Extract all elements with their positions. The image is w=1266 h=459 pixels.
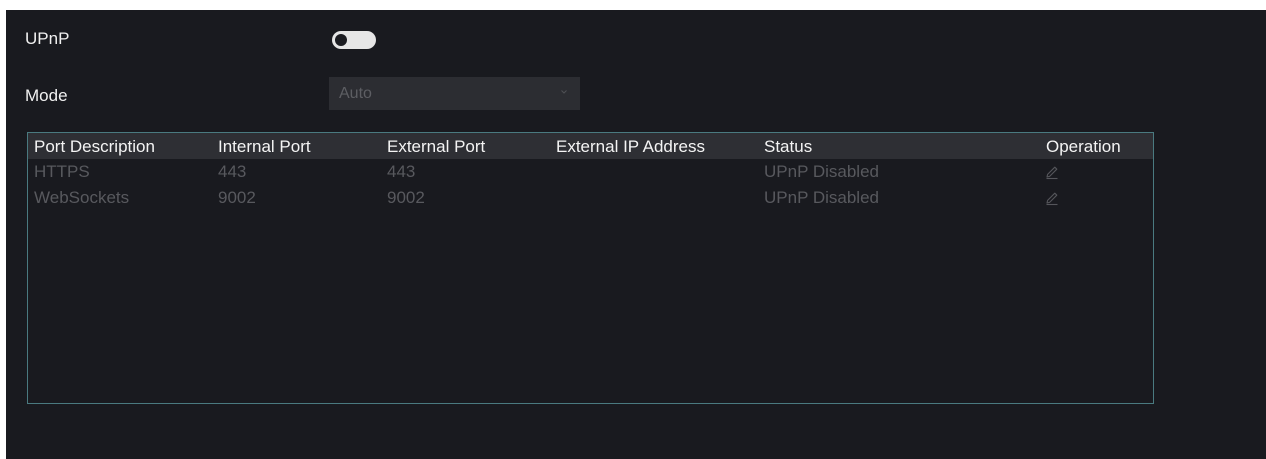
edit-icon[interactable] [1044, 190, 1060, 206]
column-header-status: Status [764, 137, 813, 156]
upnp-settings-panel: UPnP Mode Auto Port Description Internal… [6, 10, 1266, 459]
cell-status: UPnP Disabled [764, 162, 879, 181]
table-header: Port Description Internal Port External … [28, 133, 1153, 159]
upnp-label: UPnP [25, 29, 70, 48]
mode-select-value: Auto [339, 85, 372, 102]
cell-external-port: 9002 [387, 188, 425, 207]
cell-internal-port: 443 [218, 162, 247, 181]
cell-internal-port: 9002 [218, 188, 256, 207]
cell-port-description: WebSockets [34, 188, 130, 207]
column-header-internal-port: Internal Port [218, 137, 311, 156]
column-header-external-port: External Port [387, 137, 486, 156]
chevron-down-icon [561, 90, 567, 94]
cell-external-port: 443 [387, 162, 416, 181]
toggle-knob [335, 34, 347, 46]
mode-label: Mode [25, 86, 68, 105]
port-mapping-table: Port Description Internal Port External … [27, 132, 1154, 404]
table-row: WebSockets 9002 9002 UPnP Disabled [28, 186, 1153, 212]
column-header-external-ip-address: External IP Address [556, 137, 705, 156]
upnp-toggle[interactable] [332, 31, 376, 49]
edit-icon[interactable] [1044, 164, 1060, 180]
table-row: HTTPS 443 443 UPnP Disabled [28, 160, 1153, 186]
cell-status: UPnP Disabled [764, 188, 879, 207]
cell-port-description: HTTPS [34, 162, 90, 181]
column-header-operation: Operation [1046, 137, 1121, 156]
column-header-port-description: Port Description [34, 137, 155, 156]
mode-select[interactable]: Auto [329, 77, 580, 110]
